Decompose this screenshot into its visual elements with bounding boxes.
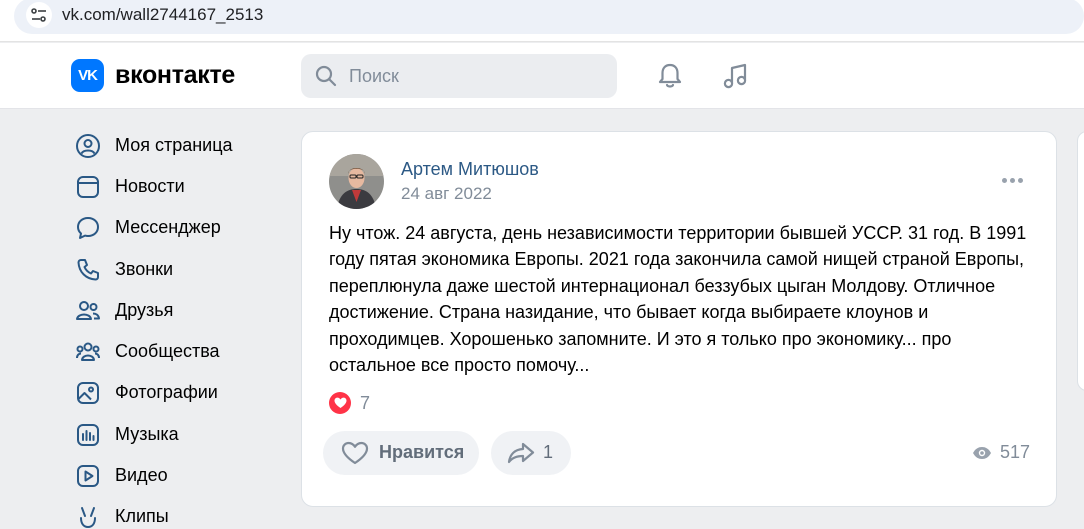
sidebar-item-messenger[interactable]: Мессенджер <box>72 207 272 245</box>
sidebar-item-friends[interactable]: Друзья <box>72 290 272 328</box>
reactions-count: 7 <box>360 392 371 413</box>
search-input[interactable] <box>349 54 604 98</box>
photo-icon <box>77 382 99 404</box>
share-arrow-icon <box>507 442 535 464</box>
clips-icon <box>80 507 96 529</box>
video-icon <box>77 465 99 487</box>
news-icon <box>77 176 99 198</box>
communities-icon <box>76 342 100 361</box>
sidebar-item-communities[interactable]: Сообщества <box>72 331 272 369</box>
search-icon <box>315 65 337 87</box>
views-counter: 517 <box>972 442 1030 463</box>
url-bar[interactable]: vk.com/wall2744167_2513 <box>14 0 1084 34</box>
like-button-label: Нравится <box>379 442 465 462</box>
user-circle-icon <box>76 134 100 158</box>
sidebar-item-music[interactable]: Музыка <box>72 414 272 452</box>
site-info-icon[interactable] <box>26 2 52 28</box>
sidebar-item-label: Друзья <box>115 300 174 320</box>
sidebar-item-label: Видео <box>115 465 168 485</box>
message-icon <box>77 217 99 239</box>
sidebar-item-clips[interactable]: Клипы <box>72 496 272 529</box>
site-header: VK вконтакте <box>0 43 1084 109</box>
vk-logo-icon[interactable]: VK <box>71 59 104 92</box>
sidebar-item-my-page[interactable]: Моя страница <box>72 125 272 163</box>
author-avatar[interactable] <box>329 154 384 209</box>
author-name-link[interactable]: Артем Митюшов <box>401 159 539 180</box>
sidebar-item-label: Моя страница <box>115 135 233 155</box>
sidebar-item-label: Клипы <box>115 506 169 526</box>
post-card: Артем Митюшов 24 авг 2022 Ну чтож. 24 ав… <box>301 131 1057 507</box>
sidebar-item-label: Новости <box>115 176 185 196</box>
post-date[interactable]: 24 авг 2022 <box>401 184 492 204</box>
music-bars-icon <box>77 424 99 446</box>
browser-address-bar: vk.com/wall2744167_2513 <box>0 0 1084 42</box>
reactions-summary[interactable]: 7 <box>329 392 370 414</box>
bell-icon[interactable] <box>655 61 685 91</box>
vk-logo-mark: VK <box>78 67 98 84</box>
shares-count: 1 <box>543 442 554 462</box>
phone-icon <box>77 259 99 281</box>
views-count: 517 <box>1000 442 1031 462</box>
share-button[interactable]: 1 <box>491 431 571 475</box>
heart-icon <box>341 441 369 465</box>
right-panel-edge <box>1077 131 1084 391</box>
sidebar-item-calls[interactable]: Звонки <box>72 249 272 287</box>
sidebar-item-photos[interactable]: Фотографии <box>72 372 272 410</box>
like-button[interactable]: Нравится <box>323 431 479 475</box>
music-icon[interactable] <box>720 61 750 91</box>
sidebar-item-label: Сообщества <box>115 341 220 361</box>
more-options-icon[interactable] <box>1002 174 1026 186</box>
url-text[interactable]: vk.com/wall2744167_2513 <box>62 5 263 25</box>
heart-reaction-icon <box>329 392 351 414</box>
vk-logo-text[interactable]: вконтакте <box>115 61 235 90</box>
search-box[interactable] <box>301 54 617 98</box>
post-text: Ну чтож. 24 августа, день независимости … <box>329 223 1027 376</box>
sidebar-item-label: Звонки <box>115 259 174 279</box>
sidebar-item-news[interactable]: Новости <box>72 166 272 204</box>
sidebar-item-video[interactable]: Видео <box>72 455 272 493</box>
eye-icon <box>973 446 991 459</box>
sidebar-item-label: Фотографии <box>115 382 218 402</box>
sidebar-item-label: Мессенджер <box>115 217 221 237</box>
sidebar-item-label: Музыка <box>115 424 179 444</box>
friends-icon <box>76 301 100 320</box>
